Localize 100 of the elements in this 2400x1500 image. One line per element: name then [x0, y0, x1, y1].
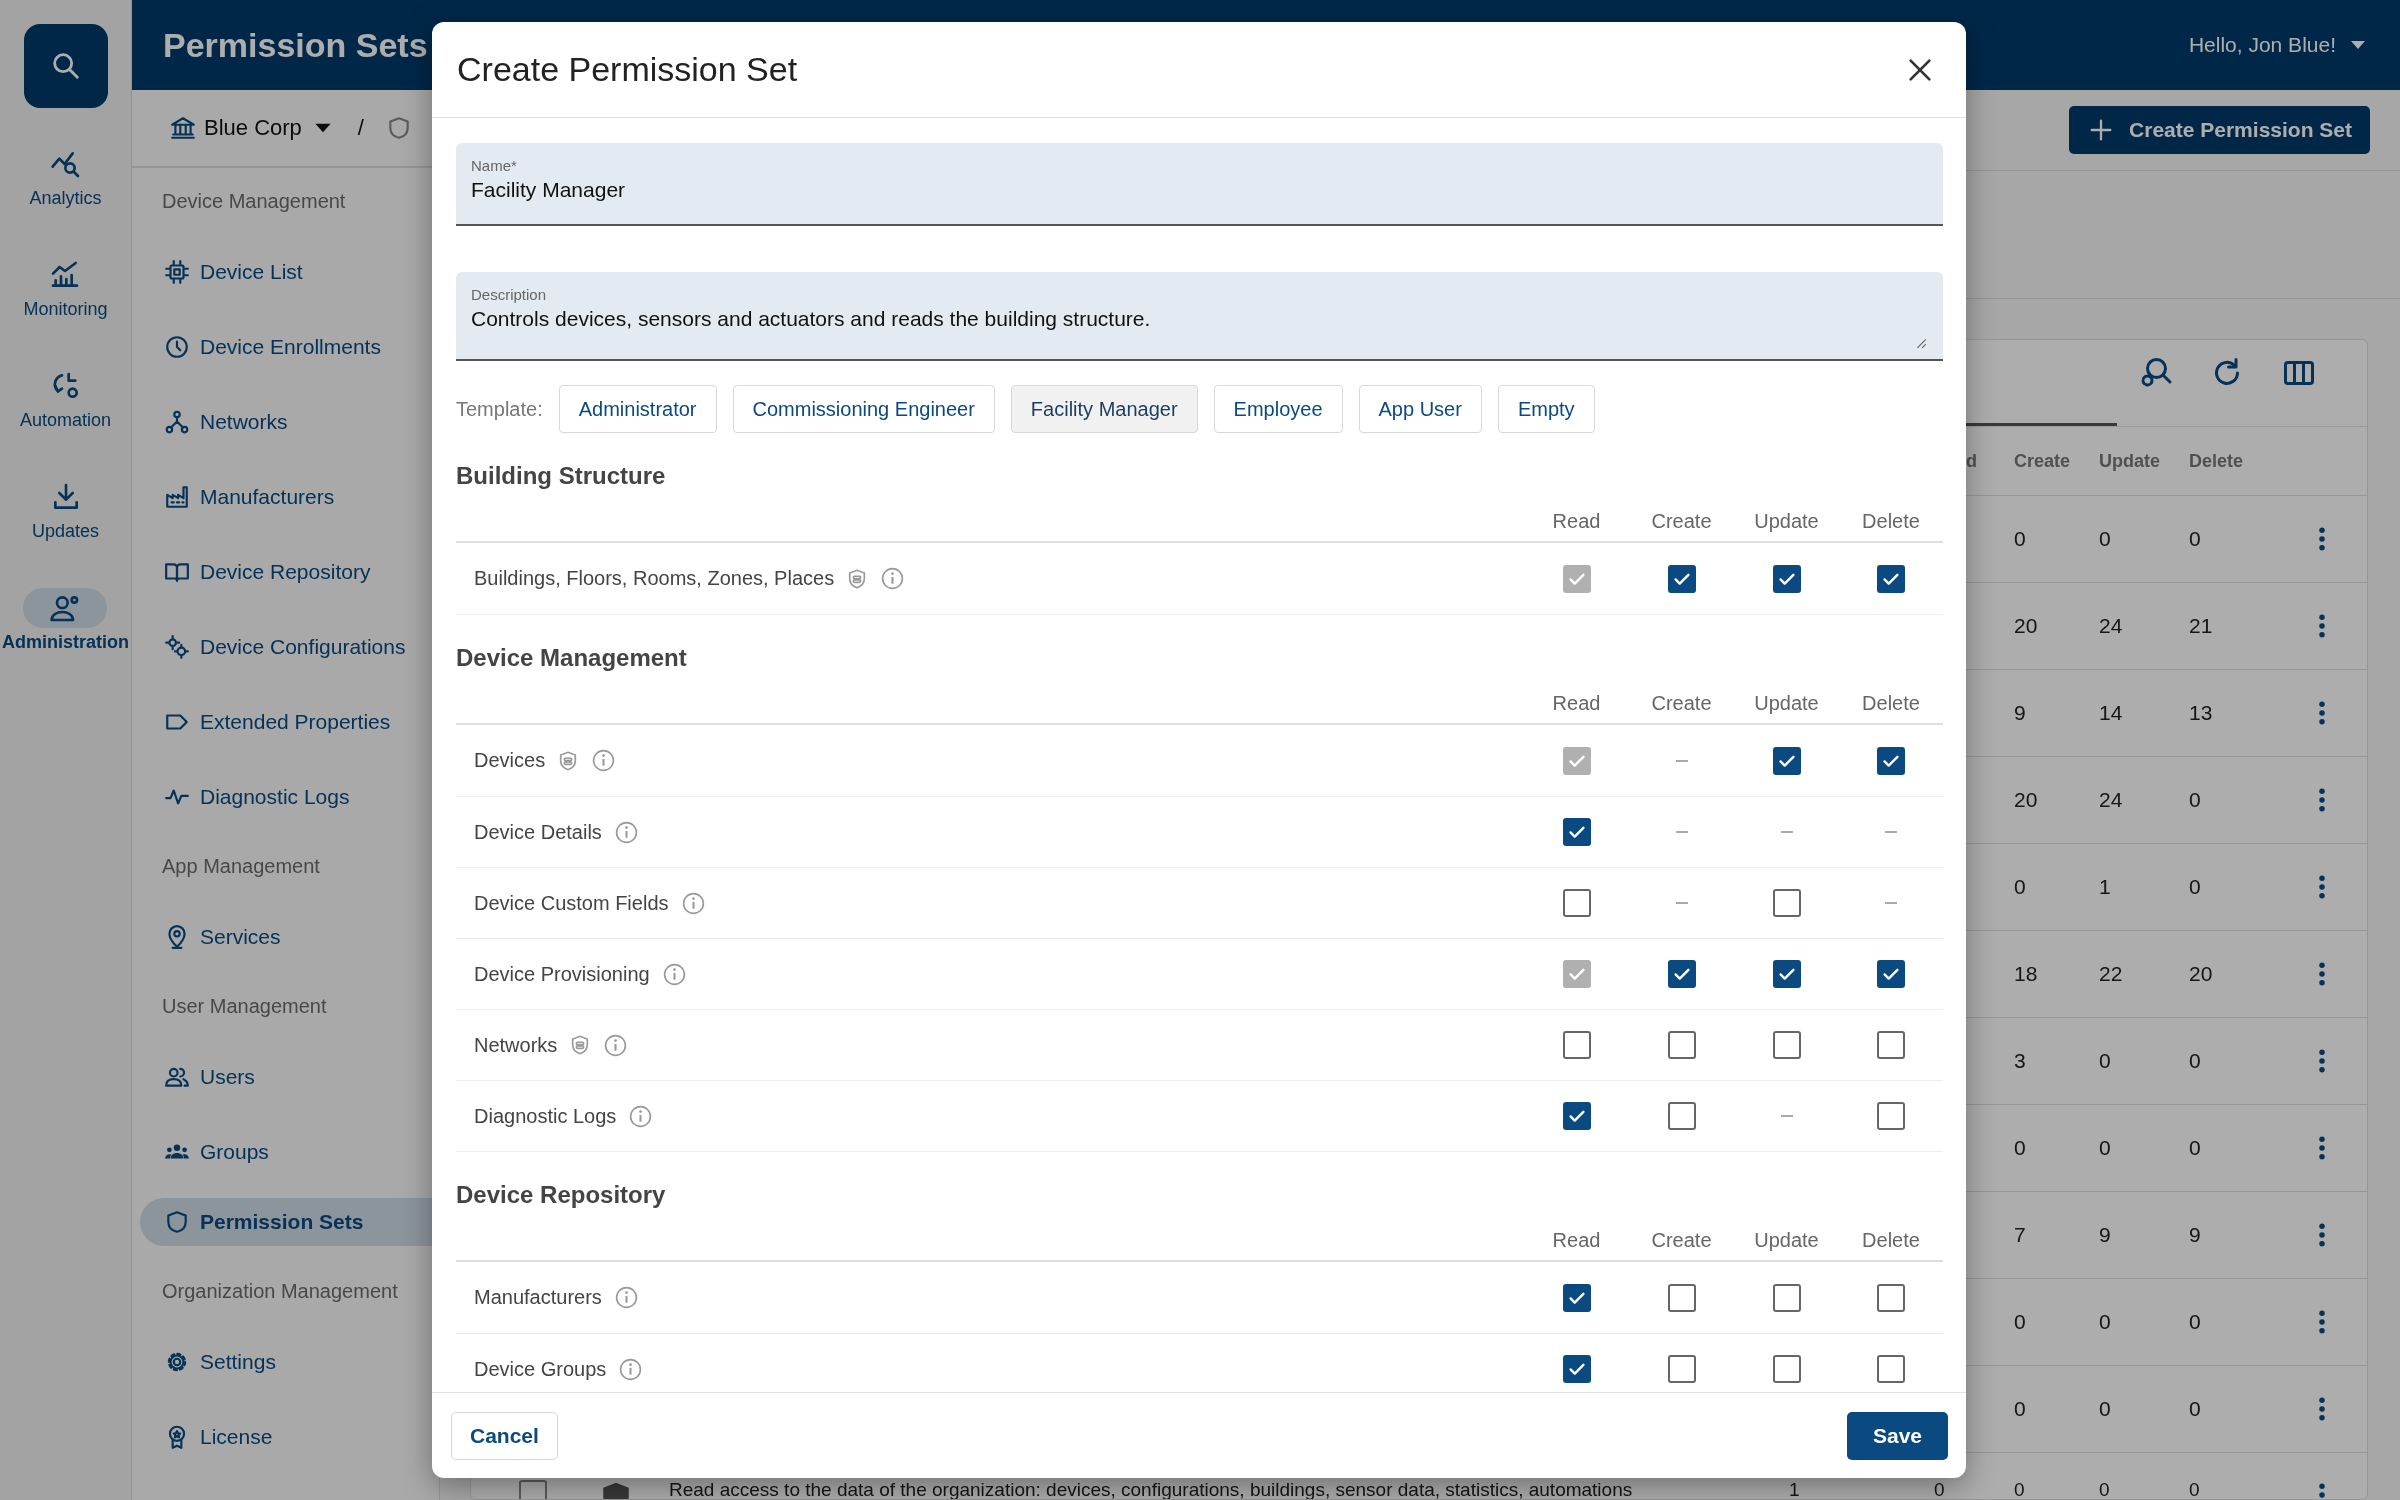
unavailable-dash — [1675, 831, 1688, 833]
checkbox[interactable] — [1877, 960, 1905, 988]
checkbox[interactable] — [1562, 889, 1591, 917]
template-button[interactable]: Employee — [1213, 385, 1343, 433]
checkbox[interactable] — [1877, 1031, 1905, 1059]
unavailable-dash — [1885, 831, 1897, 833]
nav-item[interactable]: Device Repository — [140, 543, 439, 601]
nav-item[interactable]: Device List — [140, 243, 439, 301]
template-button[interactable]: Administrator — [558, 385, 717, 433]
organization-selector[interactable]: Blue Corp — [204, 115, 302, 141]
info-icon[interactable] — [661, 961, 687, 987]
resize-handle[interactable] — [1915, 337, 1927, 349]
create-button[interactable]: Create Permission Set — [2069, 106, 2370, 154]
permission-label: Device Provisioning — [474, 962, 650, 986]
column-header[interactable]: d — [1966, 450, 1977, 472]
nav-item[interactable]: Users — [140, 1048, 439, 1106]
template-button[interactable]: Empty — [1497, 385, 1595, 433]
checkbox[interactable] — [1562, 1355, 1591, 1383]
chip-icon — [164, 259, 190, 285]
checkbox[interactable] — [1667, 1283, 1696, 1312]
breadcrumb-separator: / — [357, 115, 364, 141]
search-button[interactable] — [23, 24, 108, 108]
template-button[interactable]: App User — [1358, 385, 1482, 433]
bank-icon — [170, 115, 196, 141]
info-icon[interactable] — [613, 1285, 639, 1310]
section-title: Device Repository — [456, 1180, 667, 1210]
nav-item[interactable]: License — [140, 1408, 439, 1466]
nav-item[interactable]: Device Configurations — [140, 618, 439, 676]
template-button[interactable]: Facility Manager — [1010, 385, 1198, 433]
checkbox[interactable] — [1772, 1283, 1801, 1312]
info-icon[interactable] — [880, 566, 906, 591]
info-icon[interactable] — [613, 819, 639, 845]
nav-item[interactable]: Manufacturers — [140, 468, 439, 526]
info-icon[interactable] — [618, 1356, 644, 1382]
checkbox[interactable] — [1772, 564, 1801, 593]
user-greeting[interactable]: Hello, Jon Blue! — [2188, 33, 2336, 57]
checkbox[interactable] — [1772, 746, 1801, 775]
table-cell: 3 — [2014, 1049, 2026, 1073]
column-header: Update — [1754, 691, 1819, 715]
checkbox[interactable] — [1667, 1102, 1696, 1130]
nav-section-heading: App Management — [161, 854, 321, 879]
table-cell: 18 — [2014, 962, 2038, 986]
table-cell: 20 — [2014, 614, 2038, 638]
checkbox[interactable] — [1877, 1102, 1905, 1130]
nav-item[interactable]: Diagnostic Logs — [140, 768, 439, 826]
checkbox[interactable] — [1562, 1283, 1591, 1312]
checkbox[interactable] — [1562, 1102, 1591, 1130]
checkbox[interactable] — [1667, 564, 1696, 593]
template-button[interactable]: Commissioning Engineer — [732, 385, 995, 433]
info-icon[interactable] — [603, 1032, 629, 1058]
clock-icon — [164, 334, 190, 360]
column-header: Update — [1754, 509, 1819, 533]
rail-label[interactable]: Monitoring — [23, 299, 108, 320]
table-cell: 0 — [2189, 1049, 2201, 1073]
save-button[interactable]: Save — [1846, 1411, 1948, 1460]
column-header[interactable]: Update — [2099, 450, 2160, 472]
unavailable-dash — [1885, 902, 1897, 904]
table-cell: 0 — [2099, 1480, 2110, 1499]
checkbox[interactable] — [1667, 1355, 1696, 1383]
table-cell: 0 — [2014, 1136, 2026, 1160]
table-cell: 22 — [2099, 962, 2123, 986]
checkbox[interactable] — [1877, 1283, 1905, 1312]
checkbox[interactable] — [1877, 564, 1905, 593]
checkbox[interactable] — [1667, 960, 1696, 988]
rail-label[interactable]: Updates — [31, 521, 99, 542]
column-header: Create — [1651, 509, 1712, 533]
table-cell: 24 — [2099, 788, 2123, 812]
info-icon[interactable] — [628, 1103, 654, 1129]
rail-label[interactable]: Analytics — [29, 188, 102, 209]
checkbox[interactable] — [1562, 818, 1591, 846]
description-field[interactable]: Description Controls devices, sensors and actuators and reads the building structure. — [456, 272, 1943, 361]
name-field[interactable]: Name* Facility Manager — [456, 143, 1943, 226]
nav-item[interactable]: Settings — [140, 1333, 439, 1391]
nav-section-heading: Organization Management — [161, 1279, 399, 1304]
column-header[interactable]: Delete — [2189, 450, 2244, 472]
checkbox[interactable] — [1562, 1031, 1591, 1059]
nav-item[interactable]: Extended Properties — [140, 693, 439, 751]
checkbox[interactable] — [1772, 960, 1801, 988]
permission-label: Diagnostic Logs — [474, 1104, 617, 1128]
table-cell: 0 — [2014, 1310, 2026, 1334]
table-cell: 0 — [2189, 1397, 2201, 1421]
nav-item[interactable]: Groups — [140, 1123, 439, 1181]
column-header[interactable]: Create — [2014, 450, 2071, 472]
checkbox[interactable] — [1667, 1031, 1696, 1059]
rail-label[interactable]: Automation — [19, 410, 112, 431]
checkbox[interactable] — [1772, 889, 1801, 917]
checkbox[interactable] — [1772, 1031, 1801, 1059]
cancel-button[interactable]: Cancel — [451, 1411, 558, 1460]
rail-icon-button[interactable] — [23, 588, 108, 628]
rail-label[interactable]: Administration — [2, 632, 129, 653]
checkbox[interactable] — [1877, 746, 1905, 775]
nav-item[interactable]: Services — [140, 908, 439, 966]
template-label: Template: — [456, 397, 543, 421]
checkbox[interactable] — [1877, 1355, 1905, 1383]
nav-item[interactable]: Networks — [140, 393, 439, 451]
info-icon[interactable] — [591, 748, 617, 773]
nav-item[interactable]: Device Enrollments — [140, 318, 439, 376]
table-cell: 0 — [2099, 1049, 2111, 1073]
info-icon[interactable] — [680, 890, 706, 916]
checkbox[interactable] — [1772, 1355, 1801, 1383]
